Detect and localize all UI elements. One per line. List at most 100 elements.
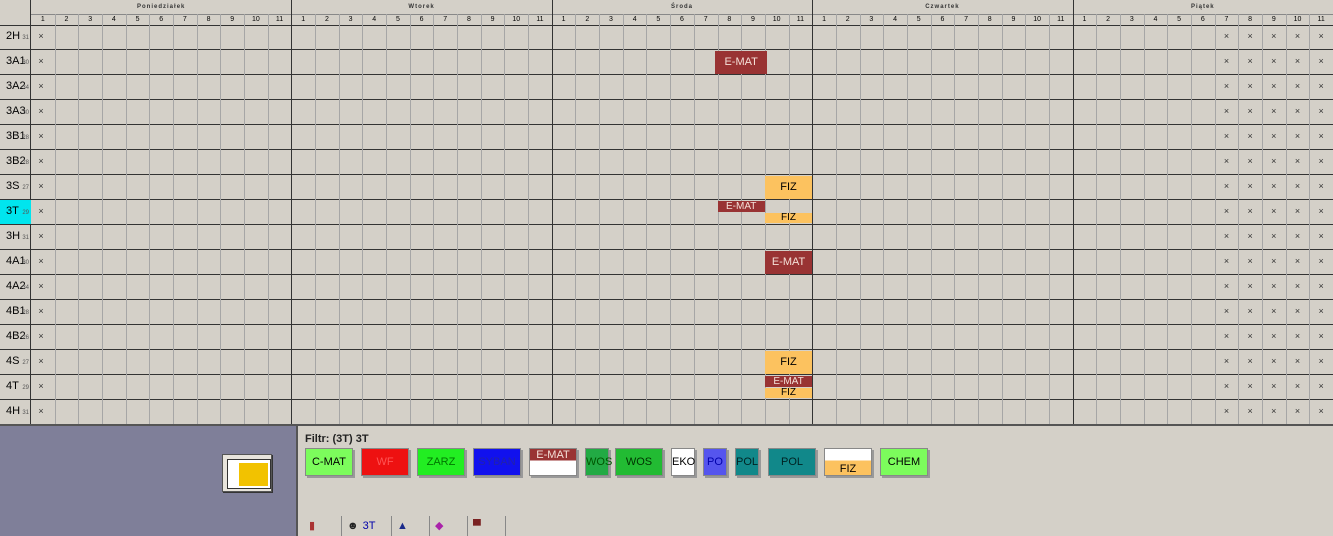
subject-card[interactable]: WF [361,448,409,476]
unavailable-mark: × [1294,56,1301,66]
tab[interactable]: ▲ [391,516,430,536]
period-number: 5 [395,16,400,23]
class-name: 4S [6,355,20,367]
lesson-block[interactable]: E-MAT [764,251,813,274]
unavailable-mark: × [1294,106,1301,116]
unavailable-mark: × [1271,406,1277,416]
class-row-label[interactable]: 4T 29 [0,375,31,399]
unavailable-mark: × [1294,331,1301,341]
unavailable-mark: × [38,56,44,66]
graduation-cap-icon: ▲ [397,520,408,532]
period-number: 6 [419,16,424,23]
tab[interactable]: ▀ [467,516,506,536]
period-number: 4 [893,16,897,23]
class-row-label[interactable]: 4S 27 [0,350,31,374]
row-line [0,174,1333,175]
class-row-label[interactable]: 3H 31 [0,225,31,249]
subject-card[interactable]: CHEM [880,448,928,476]
class-row-label[interactable]: 3A1 30 [0,50,31,74]
period-divider [1025,14,1026,424]
unavailable-mark: × [1271,181,1277,191]
class-row-label[interactable]: 4H 31 [0,400,31,424]
subject-card-label: E-MAT [536,449,570,461]
subject-card[interactable]: PO [703,448,727,476]
class-student-count: 30 [22,260,29,266]
class-row-label[interactable]: 3T 29 [0,200,31,224]
class-name: 4T [6,380,19,392]
subject-card[interactable]: C-MAT [305,448,353,476]
class-student-count: 27 [22,185,29,191]
row-line [0,249,1333,250]
period-divider [575,14,576,424]
class-row-label[interactable]: 3B2 28 [0,150,31,174]
period-number: 7 [964,16,969,23]
subject-card-label: FIZ [839,463,857,475]
period-divider [1262,14,1263,424]
class-row-label[interactable]: 4A1 30 [0,250,31,274]
class-row-label[interactable]: 3A2 34 [0,75,31,99]
unavailable-mark: × [38,306,44,316]
period-divider [718,14,719,424]
lesson-block[interactable]: FIZ [764,351,813,374]
period-number: 8 [987,16,992,23]
class-row-label[interactable]: 3A3 30 [0,100,31,124]
period-number: 9 [230,16,235,23]
class-student-count: 31 [22,235,29,241]
period-number: 1 [822,16,826,23]
class-row-label[interactable]: 2H 31 [0,25,31,49]
unavailable-mark: × [1271,131,1277,141]
row-line [0,199,1333,200]
class-name: 3T [6,205,19,217]
period-divider [78,14,79,424]
subject-card[interactable]: WOS [585,448,612,476]
class-row-label[interactable]: 4A2 34 [0,275,31,299]
row-line [0,99,1333,100]
timetable-grid-icon[interactable] [222,454,272,492]
tab[interactable]: ▮ [303,516,342,536]
period-divider [362,14,363,424]
period-divider [149,14,150,424]
class-row-label[interactable]: 3B1 28 [0,125,31,149]
period-number: 1 [40,16,45,23]
tab-label: 3T [362,520,376,532]
lesson-block[interactable]: FIZ [764,213,813,223]
subject-card[interactable]: FIZ [824,448,872,476]
subject-card[interactable]: E-MAT [529,448,577,476]
class-name: 3S [6,180,20,192]
subject-card[interactable]: POL [768,448,816,476]
lesson-block[interactable]: FIZ [764,176,813,199]
timetable-grid: Poniedziałek 1 2 3 4 5 6 7 8 9 10 11 Wtorek 1 2 3 4 5 6 7 8 9… [0,0,1333,424]
subject-card-label: POL [736,456,759,468]
unavailable-mark: × [1294,131,1301,141]
lesson-block[interactable]: FIZ [764,388,813,398]
period-number: 10 [251,16,260,23]
period-divider [244,14,245,424]
class-row-label[interactable]: 4B1 28 [0,300,31,324]
period-number: 6 [159,16,164,23]
class-row-label[interactable]: 4B2 26 [0,325,31,349]
unavailable-mark: × [38,181,44,191]
class-row-label[interactable]: 3S 27 [0,175,31,199]
subject-card[interactable]: WOS [615,448,663,476]
unavailable-mark: × [38,106,44,116]
period-number: 6 [940,16,945,23]
period-number: 8 [206,16,211,23]
class-name: 4H [6,405,21,417]
period-number: 10 [512,16,521,23]
period-divider [1167,14,1168,424]
unavailable-mark: × [1247,256,1253,266]
unavailable-mark: × [1294,181,1301,191]
period-divider [623,14,624,424]
subject-card[interactable]: POL [735,448,759,476]
tab[interactable]: ☻ 3T [341,516,392,536]
subject-card[interactable]: ZARZ [417,448,465,476]
unavailable-mark: × [1318,56,1324,66]
period-divider [410,14,411,424]
row-line [0,224,1333,225]
lesson-block[interactable]: E-MAT [715,51,768,74]
subject-card[interactable]: SYBAN [473,448,521,476]
subject-card[interactable]: EKO [671,448,695,476]
tab[interactable]: ◆ [429,516,468,536]
lesson-block[interactable]: E-MAT [764,376,813,387]
lesson-block[interactable]: E-MAT [717,201,765,212]
